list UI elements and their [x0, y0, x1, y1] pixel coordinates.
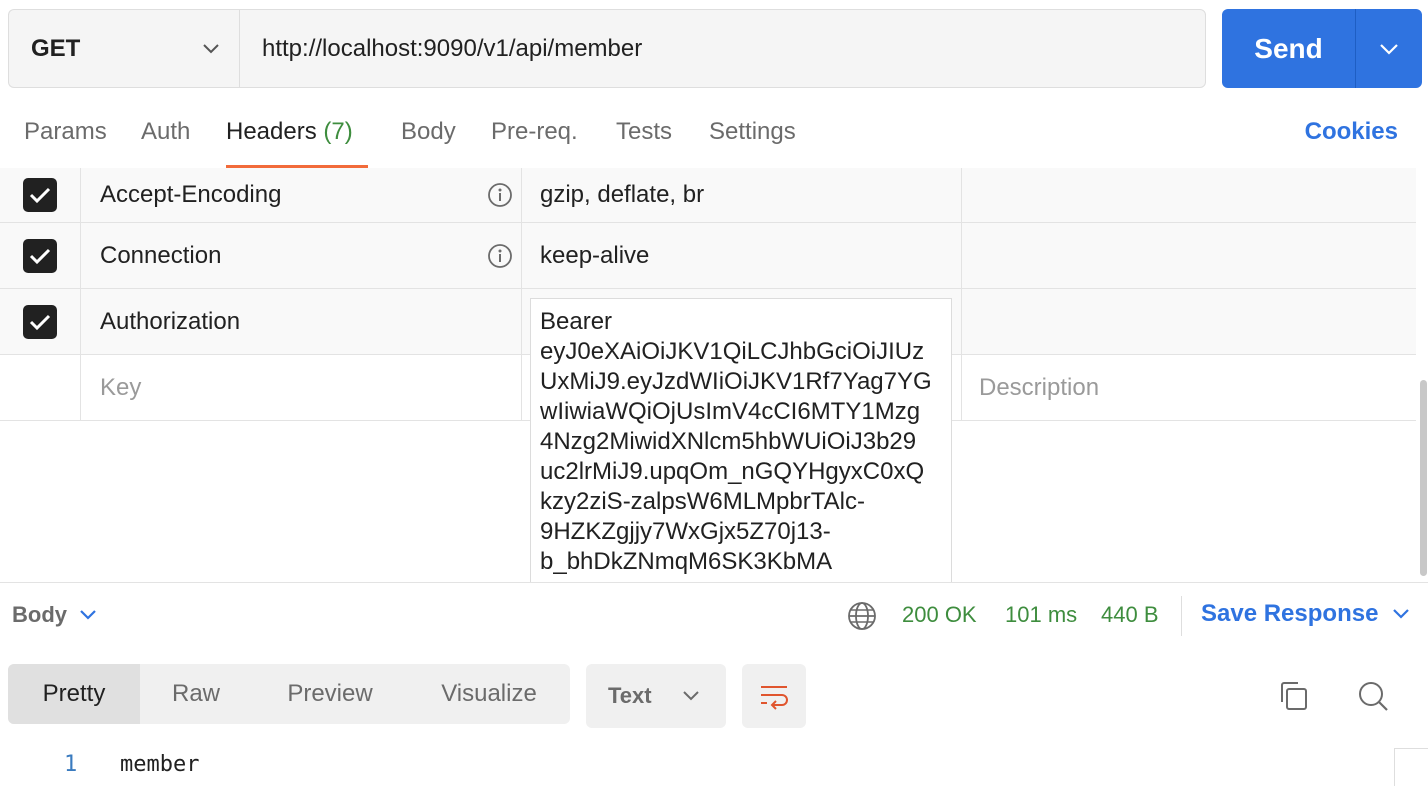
tab-label: Headers — [226, 118, 317, 145]
response-section-select[interactable]: Body — [12, 602, 97, 628]
tab-label: Settings — [709, 118, 796, 145]
tab-prereq[interactable]: Pre-req. — [491, 118, 578, 168]
pane-divider[interactable] — [0, 582, 1428, 583]
view-raw-button[interactable]: Raw — [140, 664, 252, 724]
tab-params[interactable]: Params — [24, 118, 107, 168]
save-response-label: Save Response — [1201, 600, 1379, 627]
view-pretty-button[interactable]: Pretty — [8, 664, 140, 724]
description-cell[interactable] — [962, 289, 1416, 354]
key-cell[interactable]: Connection — [81, 223, 522, 288]
checkbox-cell — [0, 223, 81, 288]
header-key: Connection — [100, 241, 222, 269]
header-key: Accept-Encoding — [100, 181, 282, 208]
table-row: Connection keep-alive — [0, 223, 1416, 289]
cookies-link[interactable]: Cookies — [1305, 118, 1398, 146]
tab-label: Pre-req. — [491, 118, 578, 145]
header-value: keep-alive — [540, 241, 650, 269]
view-visualize-button[interactable]: Visualize — [424, 664, 554, 724]
tab-auth[interactable]: Auth — [141, 118, 190, 168]
description-placeholder: Description — [979, 373, 1100, 401]
send-options-button[interactable] — [1356, 9, 1422, 88]
info-icon[interactable] — [487, 243, 513, 269]
send-button-group: Send — [1222, 9, 1422, 88]
line-number: 1 — [64, 752, 78, 777]
info-icon[interactable] — [487, 182, 513, 208]
value-cell[interactable]: keep-alive — [522, 223, 962, 288]
tab-label: Tests — [616, 118, 673, 145]
value-line: 4Nzg2MiwidXNlcm5hbWUiOiJ3b29 — [540, 428, 917, 455]
view-preview-button[interactable]: Preview — [270, 664, 390, 724]
chevron-down-icon — [203, 43, 219, 53]
value-line: Bearer — [540, 308, 613, 335]
header-value: gzip, deflate, br — [540, 181, 705, 208]
value-line: 9HZKZgjjy7WxGjx5Z70j13- — [540, 518, 831, 545]
row-checkbox[interactable] — [23, 304, 57, 339]
tab-tests[interactable]: Tests — [616, 118, 672, 168]
response-size[interactable]: 440 B — [1101, 602, 1159, 628]
key-cell[interactable]: Authorization — [81, 289, 522, 354]
value-cell[interactable]: gzip, deflate, br — [522, 168, 962, 222]
tab-label: Params — [24, 118, 107, 145]
tab-label: Body — [401, 118, 456, 145]
authorization-value-editor[interactable]: Bearer eyJ0eXAiOiJKV1QiLCJhbGciOiJIUz Ux… — [530, 298, 952, 582]
globe-icon[interactable] — [846, 600, 878, 632]
wrap-lines-button[interactable] — [742, 664, 806, 728]
checkbox-cell — [0, 355, 81, 420]
response-section-label: Body — [12, 602, 67, 627]
separator — [1181, 596, 1182, 636]
check-icon — [29, 187, 51, 204]
tab-headers[interactable]: Headers (7) — [226, 118, 368, 168]
key-input[interactable]: Key — [81, 355, 522, 420]
copy-icon[interactable] — [1278, 680, 1310, 712]
checkbox-cell — [0, 289, 81, 354]
value-line: UxMiJ9.eyJzdWIiOiJKV1Rf7Yag7YG — [540, 368, 932, 395]
response-time[interactable]: 101 ms — [1005, 602, 1077, 628]
tab-count-badge: (7) — [323, 118, 353, 145]
row-checkbox[interactable] — [23, 178, 57, 212]
checkbox-cell — [0, 168, 81, 222]
code-editor-edge — [1394, 748, 1428, 786]
view-mode-segmented: Pretty Raw Preview Visualize — [8, 664, 570, 724]
key-placeholder: Key — [100, 373, 142, 401]
search-icon[interactable] — [1357, 680, 1389, 712]
save-response-button[interactable]: Save Response — [1201, 600, 1410, 628]
format-select[interactable]: Text — [586, 664, 726, 728]
url-input[interactable]: http://localhost:9090/v1/api/member — [239, 9, 1206, 88]
status-code[interactable]: 200 OK — [902, 602, 977, 628]
value-line: eyJ0eXAiOiJKV1QiLCJhbGciOiJIUz — [540, 338, 925, 365]
url-text: http://localhost:9090/v1/api/member — [262, 34, 643, 62]
response-code-line[interactable]: member — [120, 752, 199, 777]
header-key: Authorization — [100, 307, 241, 335]
description-cell[interactable] — [962, 223, 1416, 288]
tab-label: Auth — [141, 118, 191, 145]
table-row: Accept-Encoding gzip, deflate, br — [0, 168, 1416, 223]
tab-settings[interactable]: Settings — [709, 118, 796, 168]
value-line: kzy2ziS-zalpsW6MLMpbrTAlc- — [540, 488, 865, 515]
row-checkbox[interactable] — [23, 238, 57, 273]
chevron-down-icon — [1393, 609, 1410, 619]
chevron-down-icon — [1380, 43, 1398, 55]
description-cell[interactable] — [962, 168, 1416, 222]
method-label: GET — [31, 34, 81, 62]
send-button[interactable]: Send — [1222, 9, 1356, 88]
method-select[interactable]: GET — [8, 9, 240, 88]
value-line: uc2lrMiJ9.upqOm_nGQYHgyxC0xQ — [540, 458, 925, 485]
scrollbar-thumb[interactable] — [1420, 380, 1427, 576]
chevron-down-icon — [683, 691, 699, 701]
value-line: wIiwiaWQiOjUsImV4cCI6MTY1Mzg — [540, 398, 921, 425]
tab-body[interactable]: Body — [401, 118, 456, 168]
description-input[interactable]: Description — [962, 355, 1416, 420]
value-line: b_bhDkZNmqM6SK3KbMA — [540, 548, 833, 575]
headers-table: Accept-Encoding gzip, deflate, br Connec… — [0, 168, 1416, 582]
check-icon — [29, 248, 51, 264]
wrap-lines-icon — [761, 686, 788, 710]
check-icon — [29, 314, 51, 330]
chevron-down-icon — [80, 610, 96, 620]
key-cell[interactable]: Accept-Encoding — [81, 168, 522, 222]
format-label: Text — [608, 683, 652, 708]
